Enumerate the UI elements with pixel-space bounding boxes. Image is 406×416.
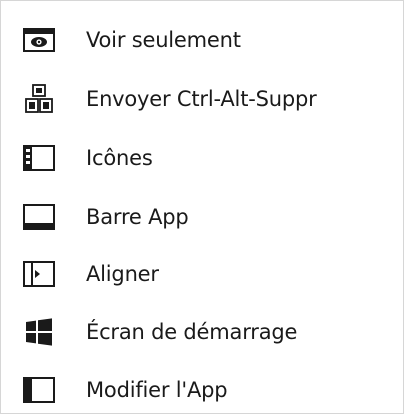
menu-item-label: Icônes xyxy=(86,146,153,170)
menu-item-send-ctrl-alt-del[interactable]: Envoyer Ctrl-Alt-Suppr xyxy=(1,70,403,128)
menu-item-start-screen[interactable]: Écran de démarrage xyxy=(1,303,403,361)
menu-item-label: Voir seulement xyxy=(86,28,241,52)
menu-item-label: Envoyer Ctrl-Alt-Suppr xyxy=(86,87,317,111)
menu-item-label: Écran de démarrage xyxy=(86,320,298,344)
menu-item-label: Barre App xyxy=(86,205,189,229)
app-bar-icon xyxy=(21,200,57,234)
menu-item-app-bar[interactable]: Barre App xyxy=(1,188,403,246)
change-app-icon xyxy=(21,373,57,407)
eye-window-icon xyxy=(21,23,57,57)
snap-align-icon xyxy=(21,257,57,291)
menu-item-change-app[interactable]: Modifier l'App xyxy=(1,361,403,416)
context-menu: Voir seulement Envoyer Ctrl-Alt-Suppr Ic… xyxy=(0,0,404,414)
ctrl-alt-del-keys-icon xyxy=(21,82,57,116)
menu-item-label: Modifier l'App xyxy=(86,378,228,402)
menu-item-snap[interactable]: Aligner xyxy=(1,245,403,303)
menu-item-icons[interactable]: Icônes xyxy=(1,129,403,187)
windows-start-icon xyxy=(21,315,57,349)
menu-item-view-only[interactable]: Voir seulement xyxy=(1,11,403,69)
icons-panel-icon xyxy=(21,141,57,175)
menu-item-label: Aligner xyxy=(86,262,159,286)
